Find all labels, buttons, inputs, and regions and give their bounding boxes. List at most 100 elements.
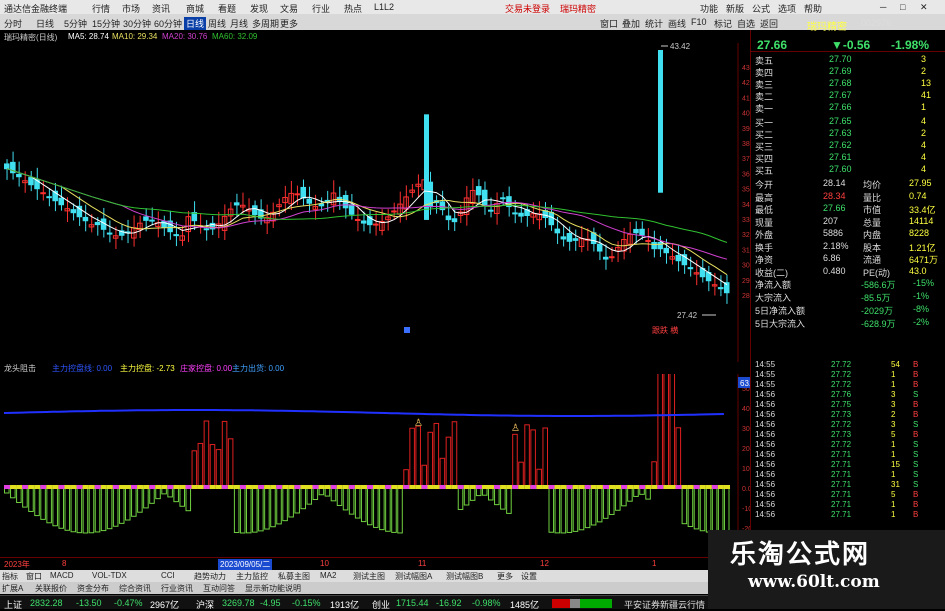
indicator-signal-strip [88,485,95,489]
indicator-tab[interactable]: MA2 [320,571,336,580]
ma60-line [6,168,728,243]
stat-value-a: 207 [823,215,839,226]
indicator-signal-strip [106,485,113,489]
period-multi[interactable]: 多周期 [252,17,279,30]
indicator-tab[interactable]: MACD [50,571,74,580]
indicator-bar-up [415,425,421,488]
candle-body [161,220,167,228]
book-row[interactable]: 卖二 27.67 41 [751,90,945,102]
indicator-tab[interactable]: 主力监控 [236,571,268,582]
book-row[interactable]: 买三 27.62 4 [751,140,945,152]
indicator-bar-down [258,486,264,532]
extension-tab[interactable]: 互动问答 [203,583,235,594]
flow-pct: -1% [913,291,930,301]
indicator-tab[interactable]: VOL-TDX [92,571,127,580]
indicator-tab[interactable]: 更多 [497,571,513,582]
sh-pct: -0.47% [114,598,143,608]
period-daily[interactable]: 日线 [184,17,207,30]
indicator-bar-down [336,486,343,506]
candle-body [488,209,494,212]
book-row[interactable]: 卖一 27.66 1 [751,102,945,114]
extension-tab[interactable]: 资金分布 [77,583,109,594]
indicator-bar-down [397,486,403,534]
high-marker: 43.42 [670,43,691,51]
tool-mark[interactable]: 标记 [714,17,732,30]
indicator-signal-strip [161,485,168,489]
candle-body [46,196,52,199]
extension-tab[interactable]: 关联报价 [35,583,67,594]
tool-overlay[interactable]: 叠加 [622,17,640,30]
menu-l1l2[interactable]: L1L2 [374,2,394,12]
tool-window[interactable]: 窗口 [600,17,618,30]
indicator-tab[interactable]: 指标 [2,571,18,582]
ma60-value: MA60: 32.09 [212,32,258,41]
candle-body [663,247,670,254]
period-5min[interactable]: 5分钟 [64,17,87,30]
indicator-signal-strip [699,485,706,489]
period-more[interactable]: 更多 [280,17,298,30]
book-row[interactable]: 买二 27.63 2 [751,128,945,140]
watermark-title: 乐淘公式网 [730,540,871,570]
period-15min[interactable]: 15分钟 [92,17,120,30]
extension-tab[interactable]: 显示新功能说明 [245,583,301,594]
cy-label[interactable]: 创业 [372,598,390,611]
indicator-signal-strip [52,485,59,489]
tool-watchlist[interactable]: 自选 [737,17,755,30]
sh-label[interactable]: 上证 [4,598,22,611]
kline-chart[interactable]: 43.00 42.00 41.00 40.00 39.00 38.00 37.00 36.00… [0,43,750,557]
indicator-signal-strip [524,485,531,489]
low-marker: 27.42 [677,311,698,320]
candle-body [94,221,101,226]
flow-label: 净流入额 [755,280,792,290]
extension-tab[interactable]: 扩展A [2,583,23,594]
indicator-signal-strip [590,485,597,489]
tick-time: 14:56 [755,390,776,399]
indicator-tab[interactable]: 趋势动力 [194,571,226,582]
flow-pct: -8% [913,304,930,314]
indicator-bar-down [469,486,476,501]
extension-tab[interactable]: 综合资讯 [119,583,151,594]
book-row[interactable]: 卖四 27.69 2 [751,66,945,78]
indicator-tab[interactable]: CCI [161,571,175,580]
tick-time: 14:55 [755,370,776,379]
tool-stats[interactable]: 统计 [645,17,663,30]
indicator-tab[interactable]: 设置 [521,571,537,582]
minimize-icon[interactable]: ─ [880,2,886,12]
indicator-tab[interactable]: 测试幅图B [446,571,483,582]
tick-row: 14:56 27.71 1 S [751,450,945,460]
period-weekly[interactable]: 周线 [208,17,226,30]
signal-icon-2: ♙ [511,423,520,434]
period-minute[interactable]: 分时 [4,17,22,30]
book-row[interactable]: 买四 27.61 4 [751,152,945,164]
stat-value-a: 2.18% [823,240,849,251]
indicator-signal-strip [282,485,289,489]
book-row[interactable]: 买五 27.60 4 [751,164,945,176]
book-row[interactable]: 卖五 27.70 3 [751,54,945,66]
tool-f10[interactable]: F10 [691,17,707,27]
period-day-short[interactable]: 日线 [36,17,54,30]
indicator-control-line [3,409,724,417]
indicator-tab[interactable]: 窗口 [26,571,42,582]
indicator-tab[interactable]: 私募主图 [278,571,310,582]
period-30min[interactable]: 30分钟 [123,17,151,30]
indicator-signal-strip [342,485,349,489]
book-volume: 4 [921,116,927,126]
indicator-tab[interactable]: 测试主图 [353,571,385,582]
period-60min[interactable]: 60分钟 [154,17,182,30]
tool-back[interactable]: 返回 [760,17,778,30]
stat-value-a: 27.66 [823,203,846,213]
tool-draw[interactable]: 画线 [668,17,686,30]
indicator-bar-up [433,422,440,488]
book-row[interactable]: 买一 27.65 4 [751,116,945,128]
stat-label-a: 收益(二) [755,267,788,278]
book-row[interactable]: 卖三 27.68 13 [751,78,945,90]
sz-label[interactable]: 沪深 [196,598,214,611]
extension-tab[interactable]: 行业资讯 [161,583,193,594]
indicator-tab[interactable]: 测试幅图A [395,571,432,582]
indicator-bar-down [687,486,694,528]
period-monthly[interactable]: 月线 [230,17,248,30]
book-price: 27.66 [829,102,852,112]
candle-body [58,197,65,206]
close-icon[interactable]: ✕ [920,2,928,13]
maximize-icon[interactable]: □ [900,2,905,12]
